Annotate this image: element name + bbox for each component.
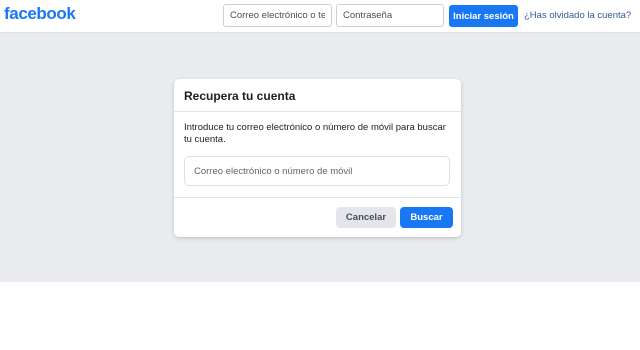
card-divider: [174, 197, 461, 198]
cancel-button[interactable]: Cancelar: [336, 207, 396, 228]
login-button[interactable]: Iniciar sesión: [449, 5, 518, 27]
top-navigation-bar: facebook Iniciar sesión ¿Has olvidado la…: [0, 0, 640, 33]
recover-description: Introduce tu correo electrónico o número…: [184, 122, 446, 145]
recover-email-or-phone-input[interactable]: [184, 156, 450, 186]
card-title: Recupera tu cuenta: [184, 89, 296, 103]
forgot-account-link[interactable]: ¿Has olvidado la cuenta?: [524, 10, 631, 21]
facebook-logo[interactable]: facebook: [4, 4, 76, 24]
search-button[interactable]: Buscar: [400, 207, 453, 228]
login-password-input[interactable]: [336, 4, 444, 27]
recover-account-card: Recupera tu cuenta Introduce tu correo e…: [174, 79, 461, 237]
login-email-input[interactable]: [223, 4, 332, 27]
card-header: Recupera tu cuenta: [174, 79, 461, 112]
